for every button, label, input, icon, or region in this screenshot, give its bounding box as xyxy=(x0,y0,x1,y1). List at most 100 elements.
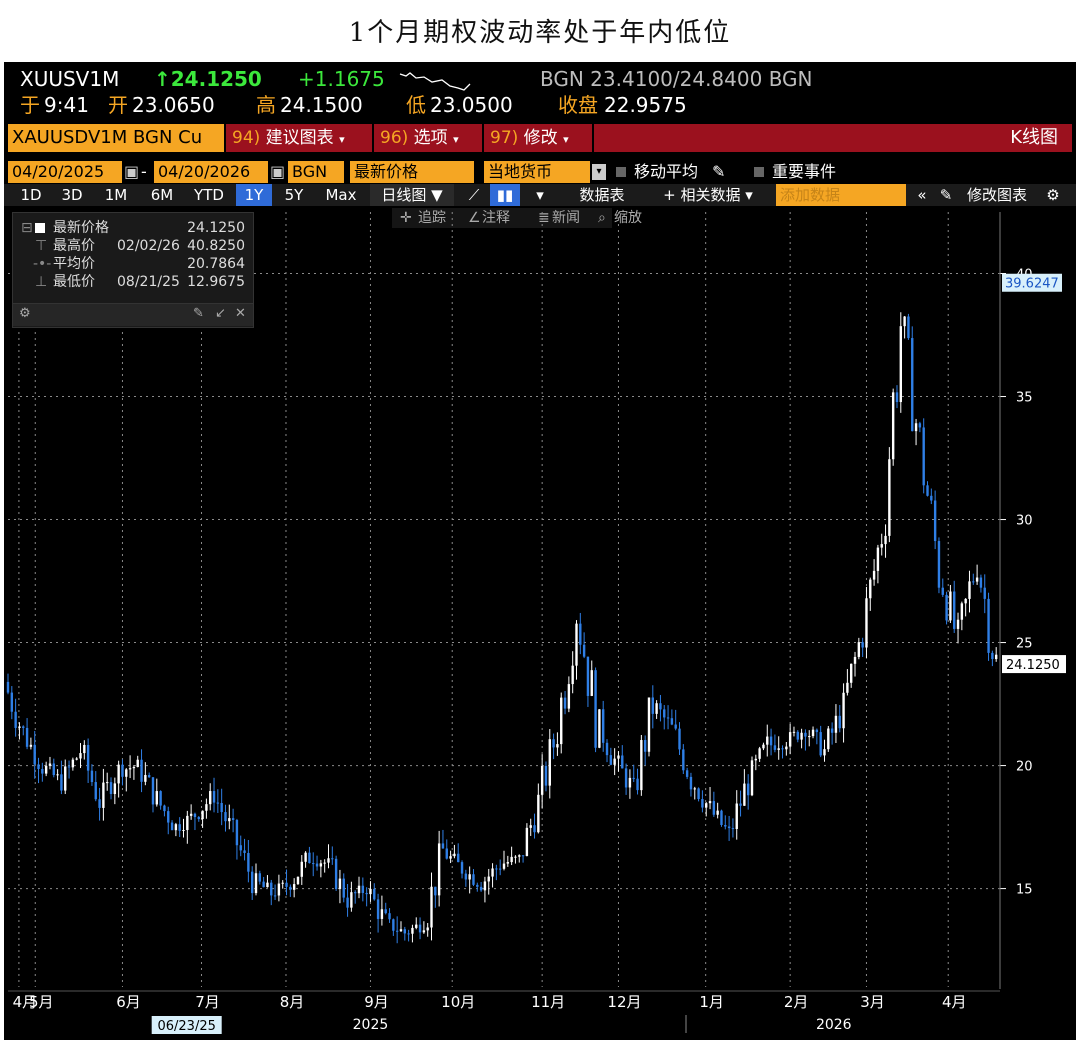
candle-body xyxy=(964,598,967,604)
candle-body xyxy=(689,776,693,790)
candle-body xyxy=(632,777,635,779)
candle-body xyxy=(716,810,719,815)
x-tick-label: 7月 xyxy=(195,993,220,1011)
candle-body xyxy=(331,858,334,860)
candle-body xyxy=(880,544,883,548)
y-tick-label: 20 xyxy=(1016,760,1033,775)
candle-body xyxy=(346,897,349,908)
candle-body xyxy=(449,856,452,859)
candle-body xyxy=(842,692,845,729)
candle-body xyxy=(872,570,876,580)
candle-body xyxy=(750,760,754,796)
legend-footer: ⚙ ✎ ↙ ✕ xyxy=(13,303,253,326)
candle-body xyxy=(113,783,117,795)
candle-body xyxy=(94,782,97,800)
candle-body xyxy=(323,862,326,864)
candle-body xyxy=(52,763,55,776)
y-tick-label: 30 xyxy=(1016,514,1033,529)
candle-body xyxy=(67,766,71,768)
candle-body xyxy=(312,863,315,865)
candle-body xyxy=(163,805,166,812)
candle-body xyxy=(510,856,513,863)
candle-body xyxy=(918,423,922,428)
x-tick-label: 5月 xyxy=(29,993,54,1011)
candle-body xyxy=(533,825,536,833)
candle-body xyxy=(937,541,941,588)
collapse-icon[interactable]: ↙ xyxy=(215,306,226,321)
candle-body xyxy=(724,824,727,827)
candle-body xyxy=(308,852,311,864)
candle-body xyxy=(617,755,620,759)
candle-body xyxy=(933,500,937,542)
candle-body xyxy=(289,886,292,890)
candle-body xyxy=(907,316,910,339)
candlestick-chart[interactable]: 1520253035404月5月6月7月8月9月10月11月12月1月2月3月4… xyxy=(4,62,1076,1040)
legend-label: 最低价 xyxy=(53,274,95,290)
candle-body xyxy=(643,740,647,752)
gear-icon[interactable]: ⚙ xyxy=(19,306,31,321)
legend-value: 40.8250 xyxy=(187,238,245,254)
candle-body xyxy=(731,828,735,830)
candle-body xyxy=(552,739,555,748)
candle-body xyxy=(350,892,353,908)
candle-body xyxy=(29,744,33,747)
candle-body xyxy=(155,791,158,805)
candle-body xyxy=(556,744,559,748)
candle-body xyxy=(281,882,284,884)
candle-body xyxy=(975,577,979,582)
candle-body xyxy=(834,715,838,733)
x-tick-label: 9月 xyxy=(364,993,389,1011)
candle-body xyxy=(785,746,788,750)
candle-body xyxy=(613,758,616,765)
candle-body xyxy=(270,882,273,896)
candle-body xyxy=(361,885,365,893)
legend-value: 24.1250 xyxy=(187,220,245,236)
candle-body xyxy=(739,803,742,806)
candle-body xyxy=(521,855,525,857)
candle-body xyxy=(525,827,529,856)
y-tick-label: 25 xyxy=(1016,637,1033,652)
candle-body xyxy=(758,748,761,759)
candle-body xyxy=(25,727,29,747)
candle-body xyxy=(506,862,510,864)
legend-date: 02/02/26 xyxy=(117,238,180,254)
candle-body xyxy=(674,724,677,729)
candle-body xyxy=(56,774,59,776)
candle-body xyxy=(357,885,361,894)
x-tick-label: 4月 xyxy=(942,993,967,1011)
candle-body xyxy=(14,711,17,728)
candle-body xyxy=(392,919,395,931)
candle-body xyxy=(735,803,738,829)
candle-body xyxy=(838,715,841,729)
candle-body xyxy=(10,692,14,712)
legend-value: 12.9675 xyxy=(187,274,245,290)
candle-body xyxy=(178,824,181,831)
candle-body xyxy=(846,682,849,693)
candle-body xyxy=(319,863,323,867)
candle-body xyxy=(746,783,750,796)
candle-body xyxy=(388,913,391,920)
candle-body xyxy=(636,778,639,791)
candle-body xyxy=(762,744,765,749)
candle-body xyxy=(422,930,426,933)
candle-body xyxy=(609,755,613,765)
close-icon[interactable]: ✕ xyxy=(235,306,246,321)
legend-panel: ⊟ 最新价格 24.1250 ⊤ 最高价 02/02/26 40.8250 -•… xyxy=(12,212,254,328)
candle-body xyxy=(384,909,387,914)
candle-body xyxy=(495,868,498,870)
pin-icon[interactable]: ✎ xyxy=(193,306,204,321)
y-tick-label: 15 xyxy=(1016,883,1033,898)
candle-body xyxy=(64,766,67,791)
candle-body xyxy=(899,326,902,403)
candle-body xyxy=(602,709,605,743)
candle-body xyxy=(853,656,857,664)
candle-body xyxy=(888,459,891,536)
candle-body xyxy=(205,804,208,811)
candle-body xyxy=(430,886,433,928)
candle-body xyxy=(487,876,490,882)
candle-body xyxy=(891,392,895,460)
candle-body xyxy=(823,749,826,756)
candle-body xyxy=(273,895,277,897)
candle-body xyxy=(407,933,410,935)
candle-body xyxy=(811,729,815,737)
